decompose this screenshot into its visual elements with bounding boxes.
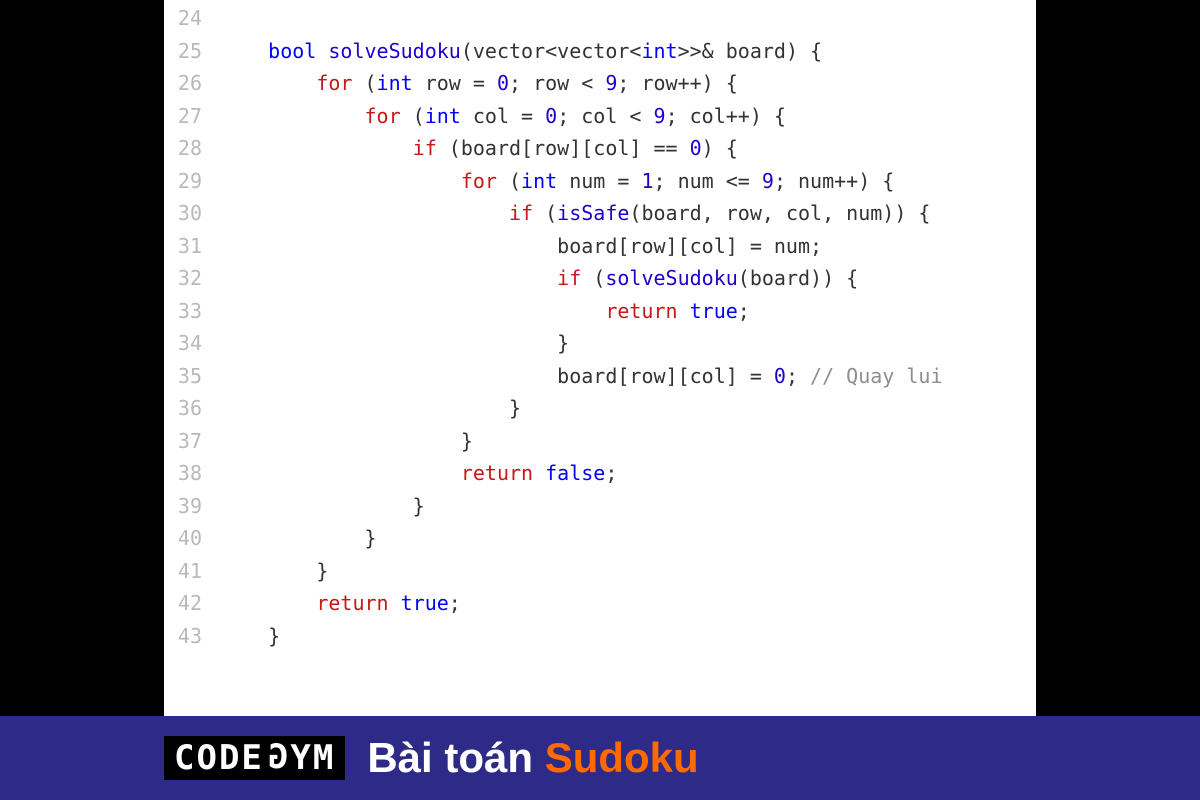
code-line: 40 } bbox=[164, 526, 1036, 559]
code-line: 30 if (isSafe(board, row, col, num)) { bbox=[164, 201, 1036, 234]
line-number: 43 bbox=[164, 624, 220, 648]
line-code: return true; bbox=[220, 591, 461, 615]
line-code: board[row][col] = num; bbox=[220, 234, 822, 258]
line-code: } bbox=[220, 396, 521, 420]
line-code: return true; bbox=[220, 299, 750, 323]
line-number: 24 bbox=[164, 6, 220, 30]
code-line: 42 return true; bbox=[164, 591, 1036, 624]
code-line: 28 if (board[row][col] == 0) { bbox=[164, 136, 1036, 169]
title-prefix: Bài toán bbox=[367, 734, 544, 781]
line-code: return false; bbox=[220, 461, 617, 485]
line-code: if (isSafe(board, row, col, num)) { bbox=[220, 201, 930, 225]
code-line: 35 board[row][col] = 0; // Quay lui bbox=[164, 364, 1036, 397]
logo-glyph: G bbox=[266, 737, 288, 777]
code-line: 24 bbox=[164, 6, 1036, 39]
line-number: 37 bbox=[164, 429, 220, 453]
line-code: board[row][col] = 0; // Quay lui bbox=[220, 364, 943, 388]
code-line: 39 } bbox=[164, 494, 1036, 527]
line-number: 32 bbox=[164, 266, 220, 290]
code-editor-panel: 24 25 bool solveSudoku(vector<vector<int>… bbox=[164, 0, 1036, 716]
line-code: for (int row = 0; row < 9; row++) { bbox=[220, 71, 738, 95]
line-number: 28 bbox=[164, 136, 220, 160]
line-code: } bbox=[220, 624, 280, 648]
line-code: } bbox=[220, 526, 377, 550]
line-number: 35 bbox=[164, 364, 220, 388]
line-code: for (int col = 0; col < 9; col++) { bbox=[220, 104, 786, 128]
logo-text-part2: YM bbox=[290, 738, 335, 778]
code-line: 26 for (int row = 0; row < 9; row++) { bbox=[164, 71, 1036, 104]
line-number: 39 bbox=[164, 494, 220, 518]
footer-bar: CODEGYM Bài toán Sudoku bbox=[0, 716, 1200, 800]
code-line: 34 } bbox=[164, 331, 1036, 364]
line-code: } bbox=[220, 559, 328, 583]
line-code: } bbox=[220, 331, 569, 355]
code-line: 38 return false; bbox=[164, 461, 1036, 494]
logo-text-part1: CODE bbox=[174, 738, 264, 778]
code-line: 43 } bbox=[164, 624, 1036, 657]
code-line: 36 } bbox=[164, 396, 1036, 429]
code-line: 29 for (int num = 1; num <= 9; num++) { bbox=[164, 169, 1036, 202]
line-number: 33 bbox=[164, 299, 220, 323]
line-code: } bbox=[220, 429, 473, 453]
line-number: 30 bbox=[164, 201, 220, 225]
line-code: if (solveSudoku(board)) { bbox=[220, 266, 858, 290]
line-number: 34 bbox=[164, 331, 220, 355]
code-line: 41 } bbox=[164, 559, 1036, 592]
code-lines-container: 24 25 bool solveSudoku(vector<vector<int>… bbox=[164, 0, 1036, 656]
code-line: 31 board[row][col] = num; bbox=[164, 234, 1036, 267]
line-number: 41 bbox=[164, 559, 220, 583]
line-number: 40 bbox=[164, 526, 220, 550]
line-number: 26 bbox=[164, 71, 220, 95]
line-code: if (board[row][col] == 0) { bbox=[220, 136, 738, 160]
line-number: 38 bbox=[164, 461, 220, 485]
code-line: 27 for (int col = 0; col < 9; col++) { bbox=[164, 104, 1036, 137]
line-number: 25 bbox=[164, 39, 220, 63]
page-title: Bài toán Sudoku bbox=[367, 734, 698, 782]
line-number: 29 bbox=[164, 169, 220, 193]
line-code: } bbox=[220, 494, 425, 518]
line-number: 36 bbox=[164, 396, 220, 420]
line-code: bool solveSudoku(vector<vector<int>>& bo… bbox=[220, 39, 822, 63]
code-line: 25 bool solveSudoku(vector<vector<int>>&… bbox=[164, 39, 1036, 72]
line-code: for (int num = 1; num <= 9; num++) { bbox=[220, 169, 894, 193]
codegym-logo: CODEGYM bbox=[164, 736, 345, 780]
code-line: 37 } bbox=[164, 429, 1036, 462]
line-number: 27 bbox=[164, 104, 220, 128]
code-line: 33 return true; bbox=[164, 299, 1036, 332]
line-number: 42 bbox=[164, 591, 220, 615]
code-line: 32 if (solveSudoku(board)) { bbox=[164, 266, 1036, 299]
line-number: 31 bbox=[164, 234, 220, 258]
title-accent: Sudoku bbox=[545, 734, 699, 781]
